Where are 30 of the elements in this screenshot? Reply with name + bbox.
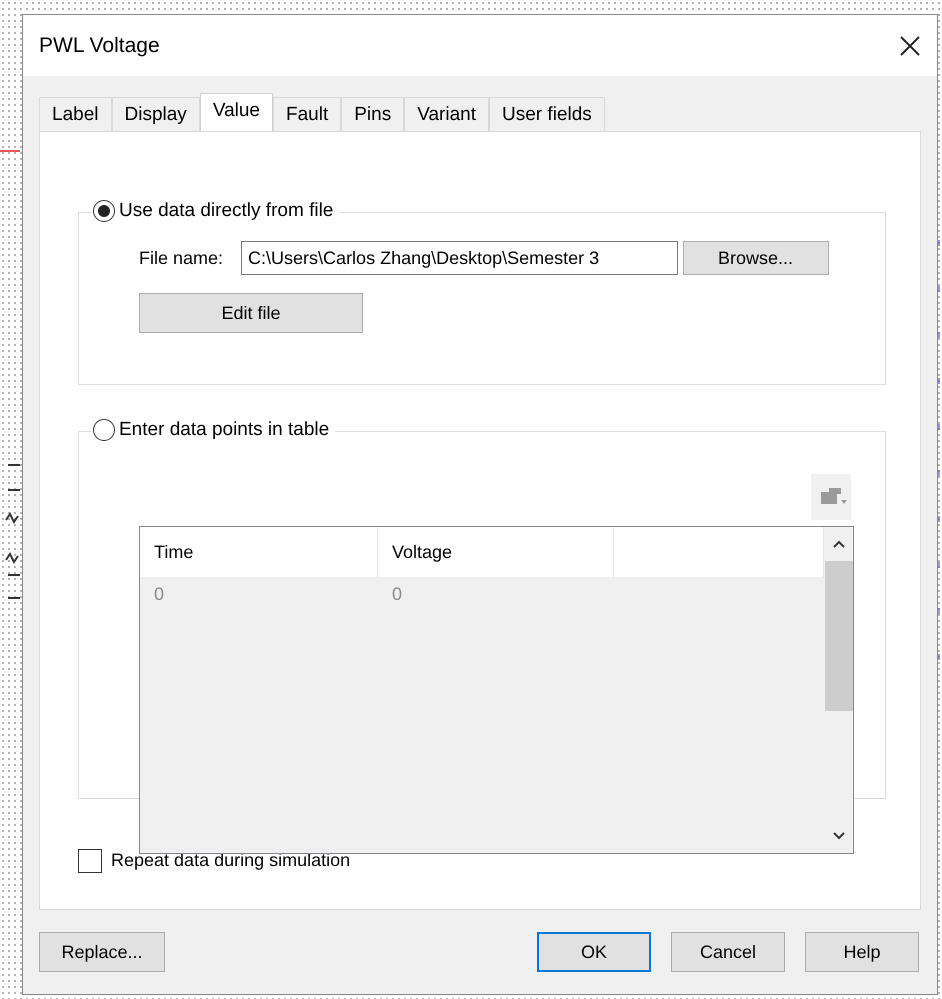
file-name-field[interactable]: C:\Users\Carlos Zhang\Desktop\Semester 3 [241, 241, 678, 275]
browse-button[interactable]: Browse... [682, 241, 829, 275]
dialog-button[interactable]: OK [537, 932, 651, 972]
radio-label: Use data directly from file [119, 199, 334, 223]
table-cell-text: 0 [153, 582, 166, 606]
column-header: Voltage [378, 527, 614, 577]
checkbox[interactable] [78, 848, 102, 872]
tab[interactable]: Value [200, 93, 273, 131]
radio-button[interactable] [93, 419, 115, 442]
edit-file-button[interactable]: Edit file [139, 293, 363, 333]
close-icon[interactable] [899, 34, 921, 56]
radio-button[interactable] [93, 200, 115, 222]
scroll-up-icon[interactable] [832, 539, 846, 549]
column-header: Time [140, 527, 378, 577]
dialog-button[interactable]: Help [805, 932, 919, 972]
radio-label: Enter data points in table [119, 418, 330, 442]
dialog-button[interactable]: Cancel [671, 932, 785, 972]
scroll-down-icon[interactable] [832, 831, 846, 841]
checkbox-label: Repeat data during simulation [111, 849, 350, 872]
window-title: PWL Voltage [39, 32, 160, 59]
tab[interactable]: Display [112, 97, 200, 131]
tab[interactable]: Label [39, 97, 112, 131]
dialog-button[interactable]: Replace... [39, 932, 165, 972]
scrollbar-thumb[interactable] [824, 561, 852, 711]
field-label: File name: [139, 246, 224, 270]
tab[interactable]: Fault [273, 97, 342, 131]
tab[interactable]: User fields [489, 97, 605, 131]
table-cell-text: 0 [391, 582, 404, 606]
tab[interactable]: Pins [341, 97, 404, 131]
tab[interactable]: Variant [404, 97, 490, 131]
